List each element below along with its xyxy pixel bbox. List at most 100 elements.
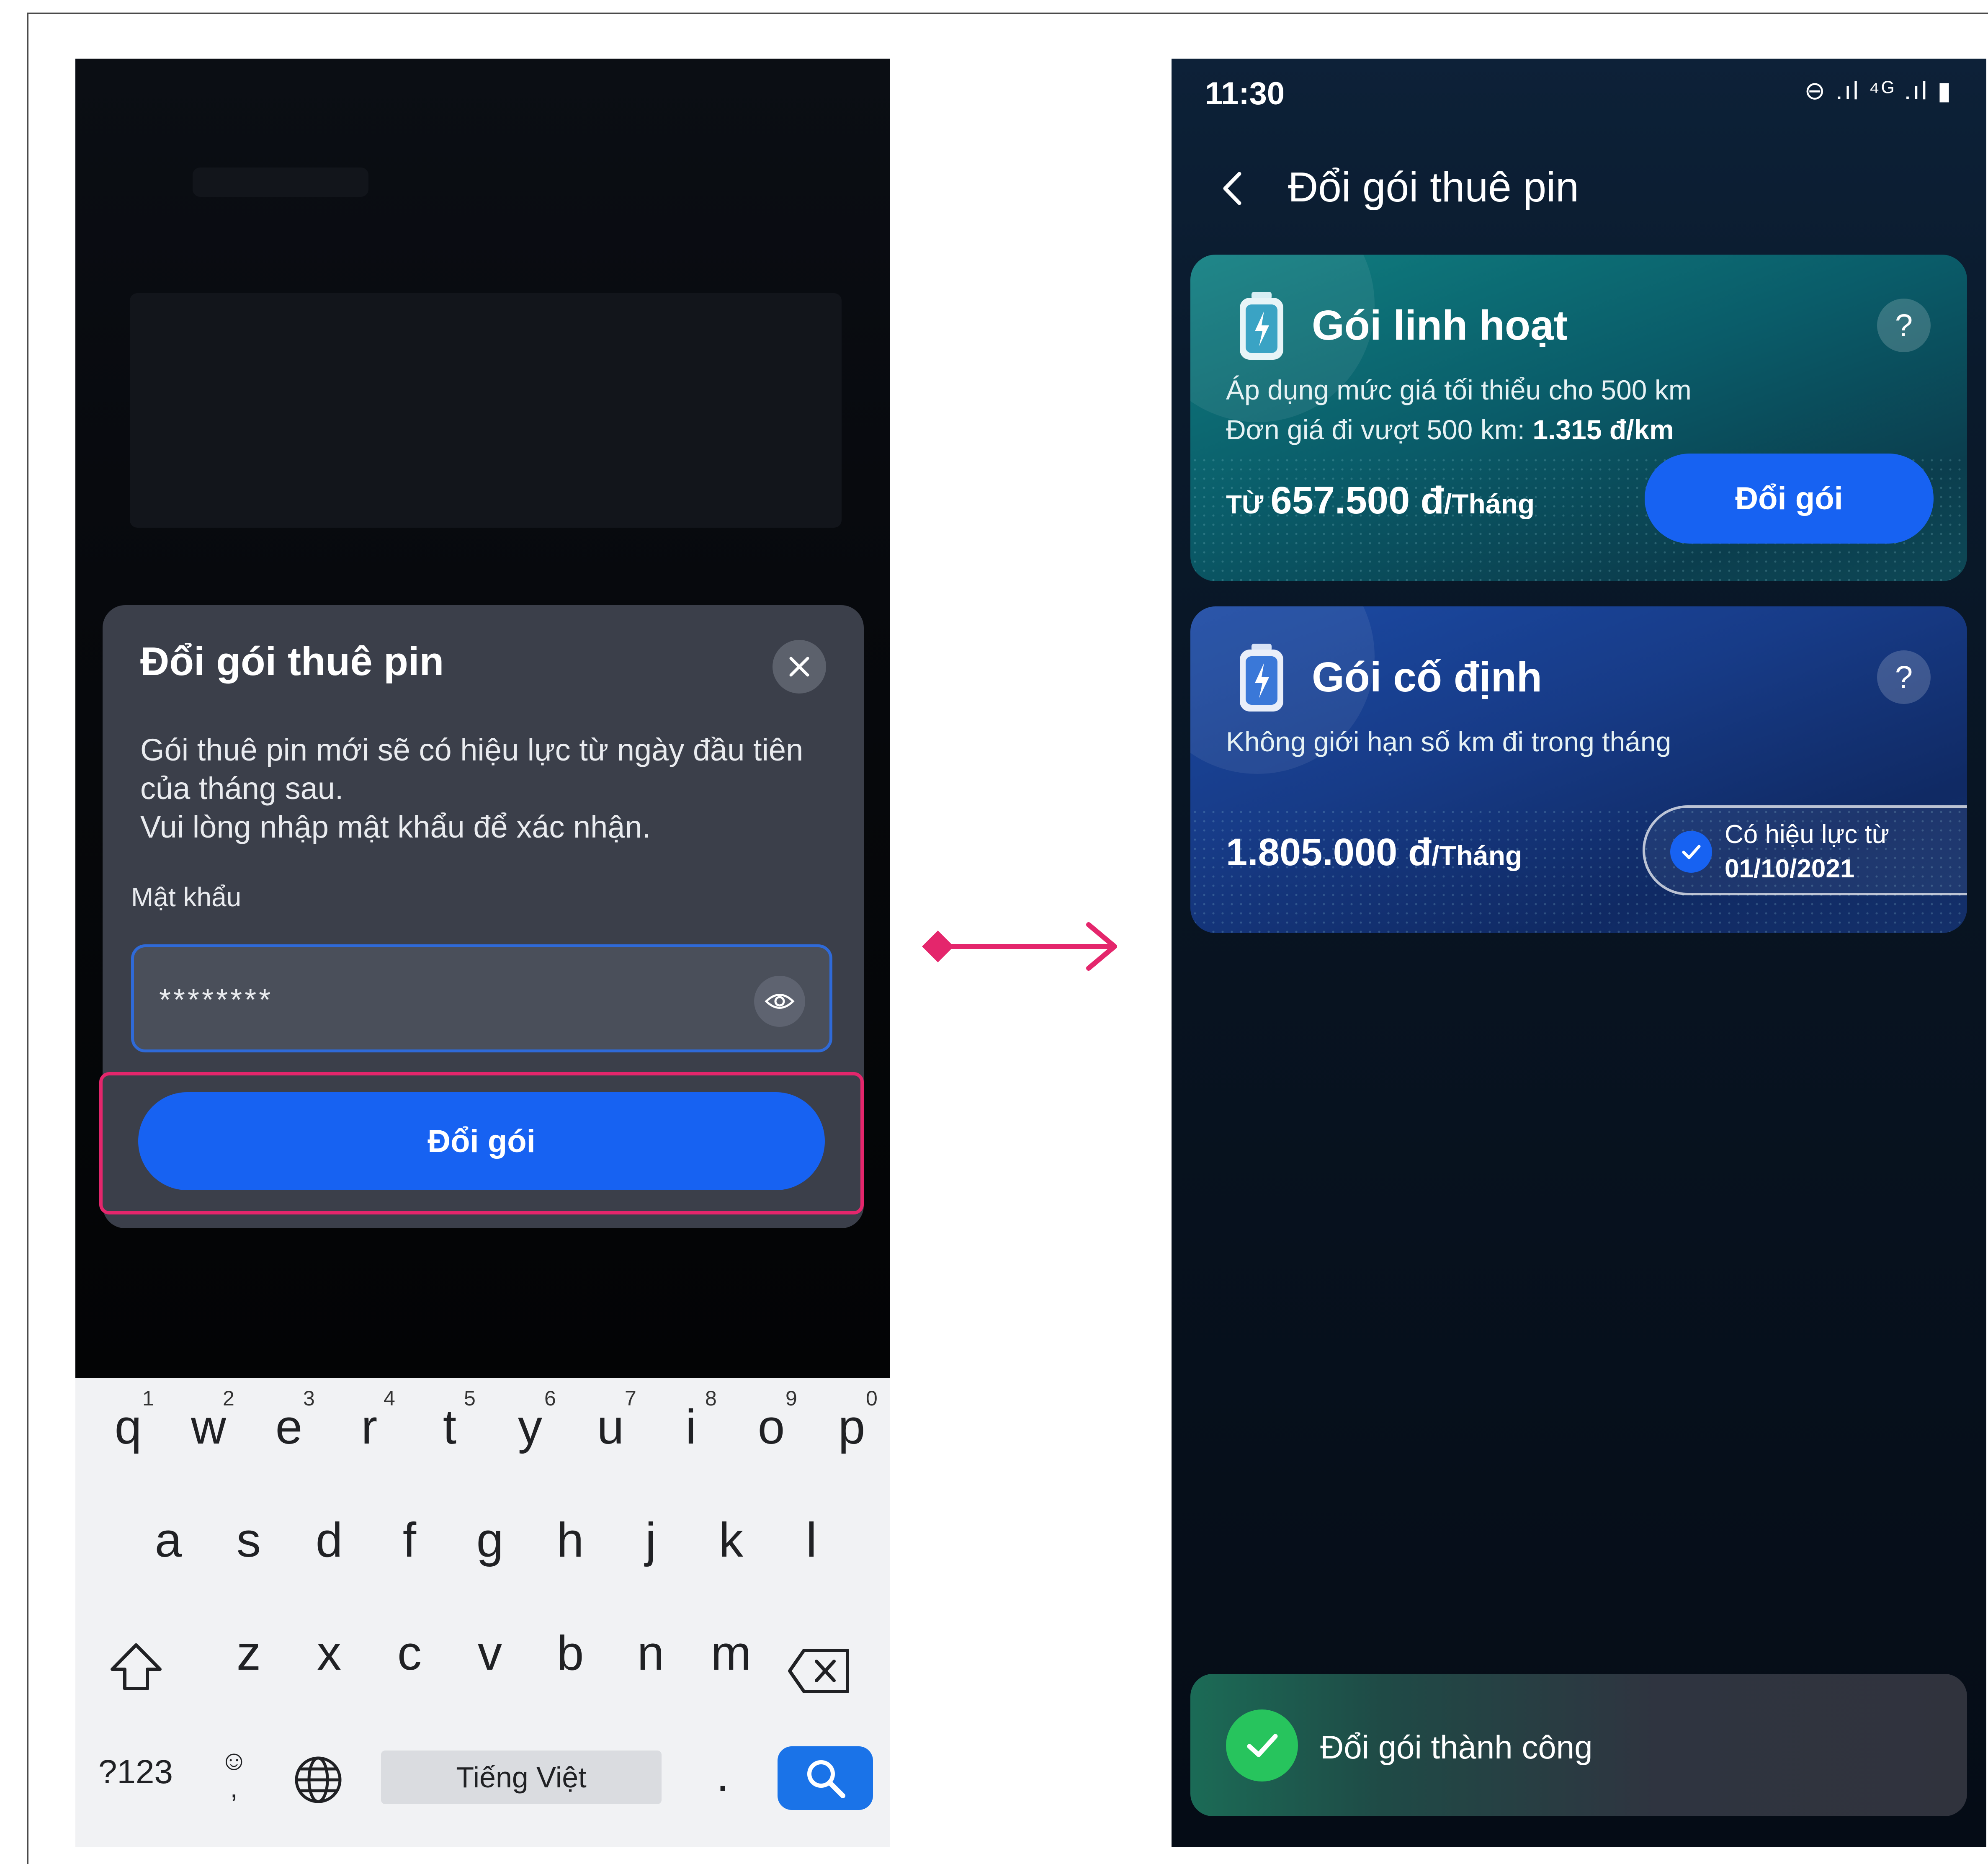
key-o[interactable]: o [731,1399,811,1455]
key-y[interactable]: y [490,1399,570,1455]
flexible-plan-overage-rate: Đơn giá đi vượt 500 km: 1.315 đ/km [1226,414,1674,446]
overage-rate-label: Đơn giá đi vượt 500 km: [1226,414,1533,445]
key-t[interactable]: t [409,1399,490,1455]
toast-message: Đổi gói thành công [1320,1729,1593,1766]
overage-rate-value: 1.315 đ/km [1532,414,1674,445]
shift-icon [111,1643,162,1690]
left-phone-screen: Đổi gói thuê pin Gói thuê pin mới sẽ có … [75,59,890,1847]
key-l[interactable]: l [771,1512,852,1568]
key-c[interactable]: c [369,1625,450,1681]
emoji-label: ☺ [220,1745,248,1776]
shift-key[interactable] [109,1642,163,1694]
key-q[interactable]: q [88,1399,168,1455]
effective-label: Có hiệu lực từ [1725,820,1890,849]
checkmark-icon [1682,845,1701,859]
dimmed-card [130,293,842,528]
key-w[interactable]: w [168,1399,249,1455]
key-a[interactable]: a [128,1512,209,1568]
price-value: 1.805.000 [1226,831,1398,874]
key-r[interactable]: r [329,1399,409,1455]
period-key[interactable]: . [716,1746,729,1802]
battery-icon [1240,292,1283,360]
toast-checkmark-icon [1247,1734,1278,1757]
success-toast: Đổi gói thành công [1190,1674,1967,1816]
page-title: Đổi gói thuê pin [1288,164,1579,211]
fixed-plan-help-button[interactable]: ? [1877,650,1931,704]
key-g[interactable]: g [450,1512,530,1568]
check-icon [1670,831,1712,873]
key-u[interactable]: u [570,1399,651,1455]
back-button[interactable] [1218,170,1247,209]
key-t-number-hint: 5 [464,1387,476,1410]
check-circle-icon [1226,1709,1298,1781]
symbols-key[interactable]: ?123 [98,1753,173,1791]
fixed-plan-price: 1.805.000 đ/Tháng [1226,830,1522,874]
price-currency: đ [1410,479,1444,522]
key-z[interactable]: z [209,1625,289,1681]
key-i-number-hint: 8 [705,1387,717,1410]
transition-arrow-icon [922,922,1117,971]
key-q-number-hint: 1 [142,1387,154,1410]
price-prefix: TỪ [1226,490,1271,519]
search-key[interactable] [778,1746,873,1810]
flexible-plan-help-button[interactable]: ? [1877,299,1931,352]
price-period: /Tháng [1444,488,1535,519]
right-phone-screen: 11:30 ⊖ .ıl ⁴ᴳ .ıl ▮ Đổi gói thuê pin Gó… [1172,59,1986,1847]
backspace-key[interactable] [787,1648,850,1696]
key-b[interactable]: b [530,1625,610,1681]
search-icon [807,1760,845,1798]
key-e[interactable]: e [249,1399,329,1455]
fixed-plan-description: Không giới hạn số km đi trong tháng [1226,726,1671,757]
key-n[interactable]: n [610,1625,691,1681]
dialog-message-line2: Vui lòng nhập mật khẩu để xác nhận. [140,810,651,844]
key-h[interactable]: h [530,1512,610,1568]
emoji-key[interactable]: ☺ , [220,1746,248,1802]
key-j[interactable]: j [610,1512,691,1568]
password-label: Mật khẩu [131,882,242,912]
key-v[interactable]: v [450,1625,530,1681]
key-x[interactable]: x [289,1625,369,1681]
key-m[interactable]: m [691,1625,771,1681]
flexible-plan-price: TỪ 657.500 đ/Tháng [1226,479,1535,523]
close-button[interactable] [773,640,826,694]
change-plan-button[interactable]: Đổi gói [1645,454,1934,544]
globe-icon [295,1756,342,1803]
key-p[interactable]: p [811,1399,890,1455]
dialog-message: Gói thuê pin mới sẽ có hiệu lực từ ngày … [140,731,844,846]
language-key[interactable] [293,1755,343,1807]
key-w-number-hint: 2 [223,1387,234,1410]
backspace-icon [788,1649,849,1693]
dialog-title: Đổi gói thuê pin [140,639,444,684]
comma-label: , [230,1772,238,1803]
price-currency: đ [1397,831,1432,874]
key-u-number-hint: 7 [625,1387,636,1410]
fixed-plan-title: Gói cố định [1312,654,1542,701]
flexible-plan-title: Gói linh hoạt [1312,302,1568,349]
key-p-number-hint: 0 [866,1387,878,1410]
dimmed-header [193,168,368,197]
key-o-number-hint: 9 [785,1387,797,1410]
confirm-change-button[interactable]: Đổi gói [138,1092,825,1190]
key-f[interactable]: f [369,1512,450,1568]
battery-icon [1240,644,1283,712]
key-s[interactable]: s [209,1512,289,1568]
key-y-number-hint: 6 [544,1387,556,1410]
close-icon [789,657,809,677]
key-r-number-hint: 4 [384,1387,395,1410]
password-field[interactable]: ******** [131,944,832,1052]
status-time: 11:30 [1205,76,1285,111]
key-i[interactable]: i [651,1399,731,1455]
flexible-plan-card: Gói linh hoạt ? Áp dụng mức giá tối thiể… [1190,255,1967,581]
price-period: /Tháng [1432,840,1522,871]
frame-border-left [27,13,28,1864]
space-key[interactable]: Tiếng Việt [381,1751,662,1804]
price-value: 657.500 [1270,479,1410,522]
key-k[interactable]: k [691,1512,771,1568]
show-password-button[interactable] [754,976,805,1027]
key-e-number-hint: 3 [303,1387,315,1410]
frame-border-top [27,13,1988,14]
key-d[interactable]: d [289,1512,369,1568]
password-value: ******** [159,983,273,1017]
dialog-message-line1: Gói thuê pin mới sẽ có hiệu lực từ ngày … [140,732,803,806]
status-icons: ⊖ .ıl ⁴ᴳ .ıl ▮ [1804,77,1953,105]
